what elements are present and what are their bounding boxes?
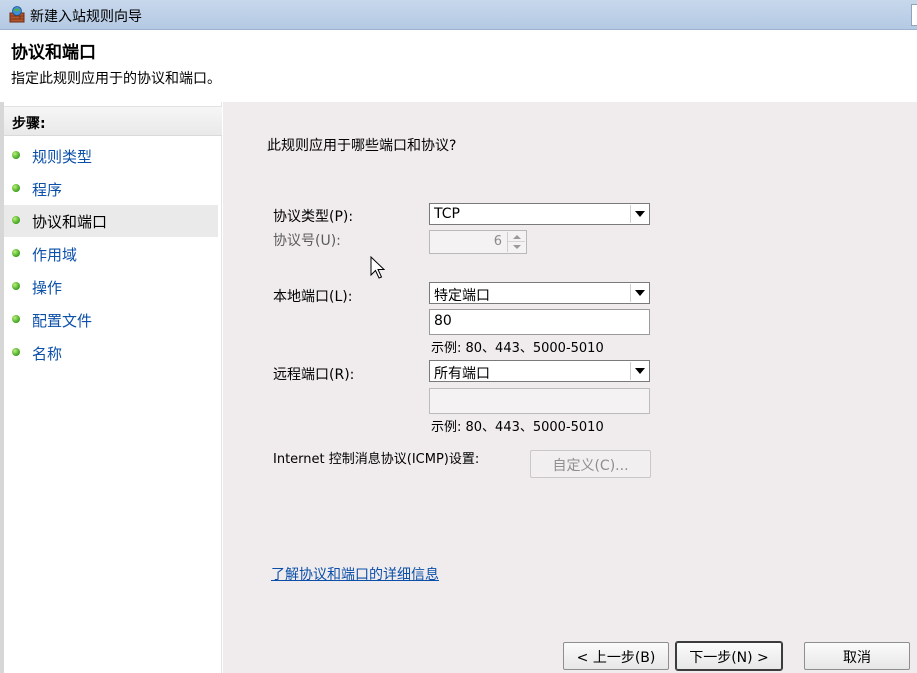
step-name[interactable]: 名称 <box>4 337 218 369</box>
steps-heading: 步骤: <box>4 106 222 136</box>
protocol-number-value: 6 <box>493 234 502 249</box>
local-port-example: 示例: 80、443、5000-5010 <box>431 341 604 356</box>
remote-port-example: 示例: 80、443、5000-5010 <box>431 420 604 435</box>
remote-port-label: 远程端口(R): <box>273 367 355 383</box>
protocol-number-spinner: 6 <box>429 230 527 254</box>
spinner-down-icon <box>508 242 525 252</box>
steps-sidebar: 步骤: 规则类型 程序 协议和端口 作用域 操作 配置文件 名称 <box>4 102 222 673</box>
local-port-label: 本地端口(L): <box>273 289 353 305</box>
step-bullet-icon <box>12 184 20 192</box>
step-protocol-and-ports: 协议和端口 <box>4 205 218 237</box>
step-action[interactable]: 操作 <box>4 271 218 303</box>
icmp-settings-label: Internet 控制消息协议(ICMP)设置: <box>273 452 480 467</box>
local-port-select[interactable]: 特定端口 <box>429 282 650 304</box>
step-program[interactable]: 程序 <box>4 173 218 205</box>
step-bullet-icon <box>12 282 20 290</box>
step-label[interactable]: 配置文件 <box>32 310 92 331</box>
step-bullet-icon <box>12 216 20 224</box>
spinner-up-icon <box>508 232 525 242</box>
protocol-type-select[interactable]: TCP <box>429 203 650 225</box>
question-text: 此规则应用于哪些端口和协议? <box>267 138 457 154</box>
next-button[interactable]: 下一步(N) > <box>675 641 783 671</box>
window-control-edge[interactable] <box>911 4 917 26</box>
protocol-type-label: 协议类型(P): <box>273 209 354 225</box>
step-scope[interactable]: 作用域 <box>4 238 218 270</box>
protocol-number-label: 协议号(U): <box>273 233 341 249</box>
step-label[interactable]: 名称 <box>32 343 62 364</box>
local-port-value: 特定端口 <box>434 288 490 304</box>
step-label: 协议和端口 <box>32 213 108 231</box>
chevron-down-icon[interactable] <box>630 284 648 302</box>
step-bullet-icon <box>12 151 20 159</box>
cancel-button[interactable]: 取消 <box>804 642 910 670</box>
step-label[interactable]: 程序 <box>32 179 62 200</box>
page-title: 协议和端口 <box>11 43 96 63</box>
title-bar: 新建入站规则向导 <box>0 0 917 30</box>
step-label[interactable]: 规则类型 <box>32 146 92 167</box>
remote-port-select[interactable]: 所有端口 <box>429 360 650 382</box>
step-rule-type[interactable]: 规则类型 <box>4 140 218 172</box>
window-title: 新建入站规则向导 <box>30 9 142 25</box>
learn-more-link[interactable]: 了解协议和端口的详细信息 <box>271 564 439 584</box>
step-bullet-icon <box>12 249 20 257</box>
chevron-down-icon[interactable] <box>630 362 648 380</box>
step-profile[interactable]: 配置文件 <box>4 304 218 336</box>
step-label[interactable]: 作用域 <box>32 244 77 265</box>
back-button[interactable]: < 上一步(B) <box>563 642 669 670</box>
spinner-buttons <box>507 232 525 252</box>
protocol-type-value: TCP <box>434 206 460 222</box>
page-subtitle: 指定此规则应用于的协议和端口。 <box>11 71 221 87</box>
chevron-down-icon[interactable] <box>630 205 648 223</box>
step-label[interactable]: 操作 <box>32 277 62 298</box>
remote-port-value: 所有端口 <box>434 366 490 382</box>
remote-port-input <box>429 388 650 414</box>
main-panel: 此规则应用于哪些端口和协议? 协议类型(P): TCP 协议号(U): 6 本地… <box>223 102 917 673</box>
wizard-header: 协议和端口 指定此规则应用于的协议和端口。 <box>0 30 917 102</box>
icmp-customize-button: 自定义(C)... <box>530 450 651 478</box>
local-port-input[interactable]: 80 <box>429 309 650 335</box>
step-bullet-icon <box>12 348 20 356</box>
step-bullet-icon <box>12 315 20 323</box>
firewall-wizard-icon <box>8 6 26 24</box>
mouse-pointer-icon <box>370 256 386 279</box>
